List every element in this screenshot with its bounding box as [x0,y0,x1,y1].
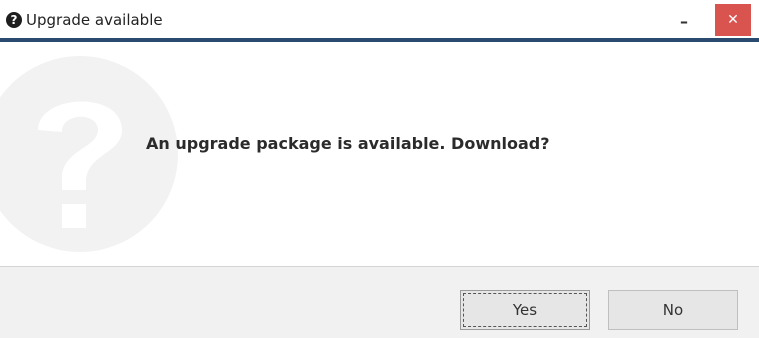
window-title: Upgrade available [26,11,163,29]
dialog-message: An upgrade package is available. Downloa… [146,134,550,153]
title-bar[interactable]: ? Upgrade available – ✕ [0,0,759,42]
close-button[interactable]: ✕ [715,4,751,36]
minimize-button[interactable]: – [666,4,702,36]
yes-button[interactable]: Yes [460,290,590,330]
no-button-label: No [662,301,684,319]
question-circle-icon: ? [6,12,22,28]
dialog-content: An upgrade package is available. Downloa… [0,42,759,266]
no-button[interactable]: No [608,290,738,330]
question-mark-icon [0,56,178,252]
upgrade-dialog-window: ? Upgrade available – ✕ An upgrade packa… [0,0,759,338]
yes-button-label: Yes [512,301,538,319]
dialog-footer: Yes No [0,267,759,338]
